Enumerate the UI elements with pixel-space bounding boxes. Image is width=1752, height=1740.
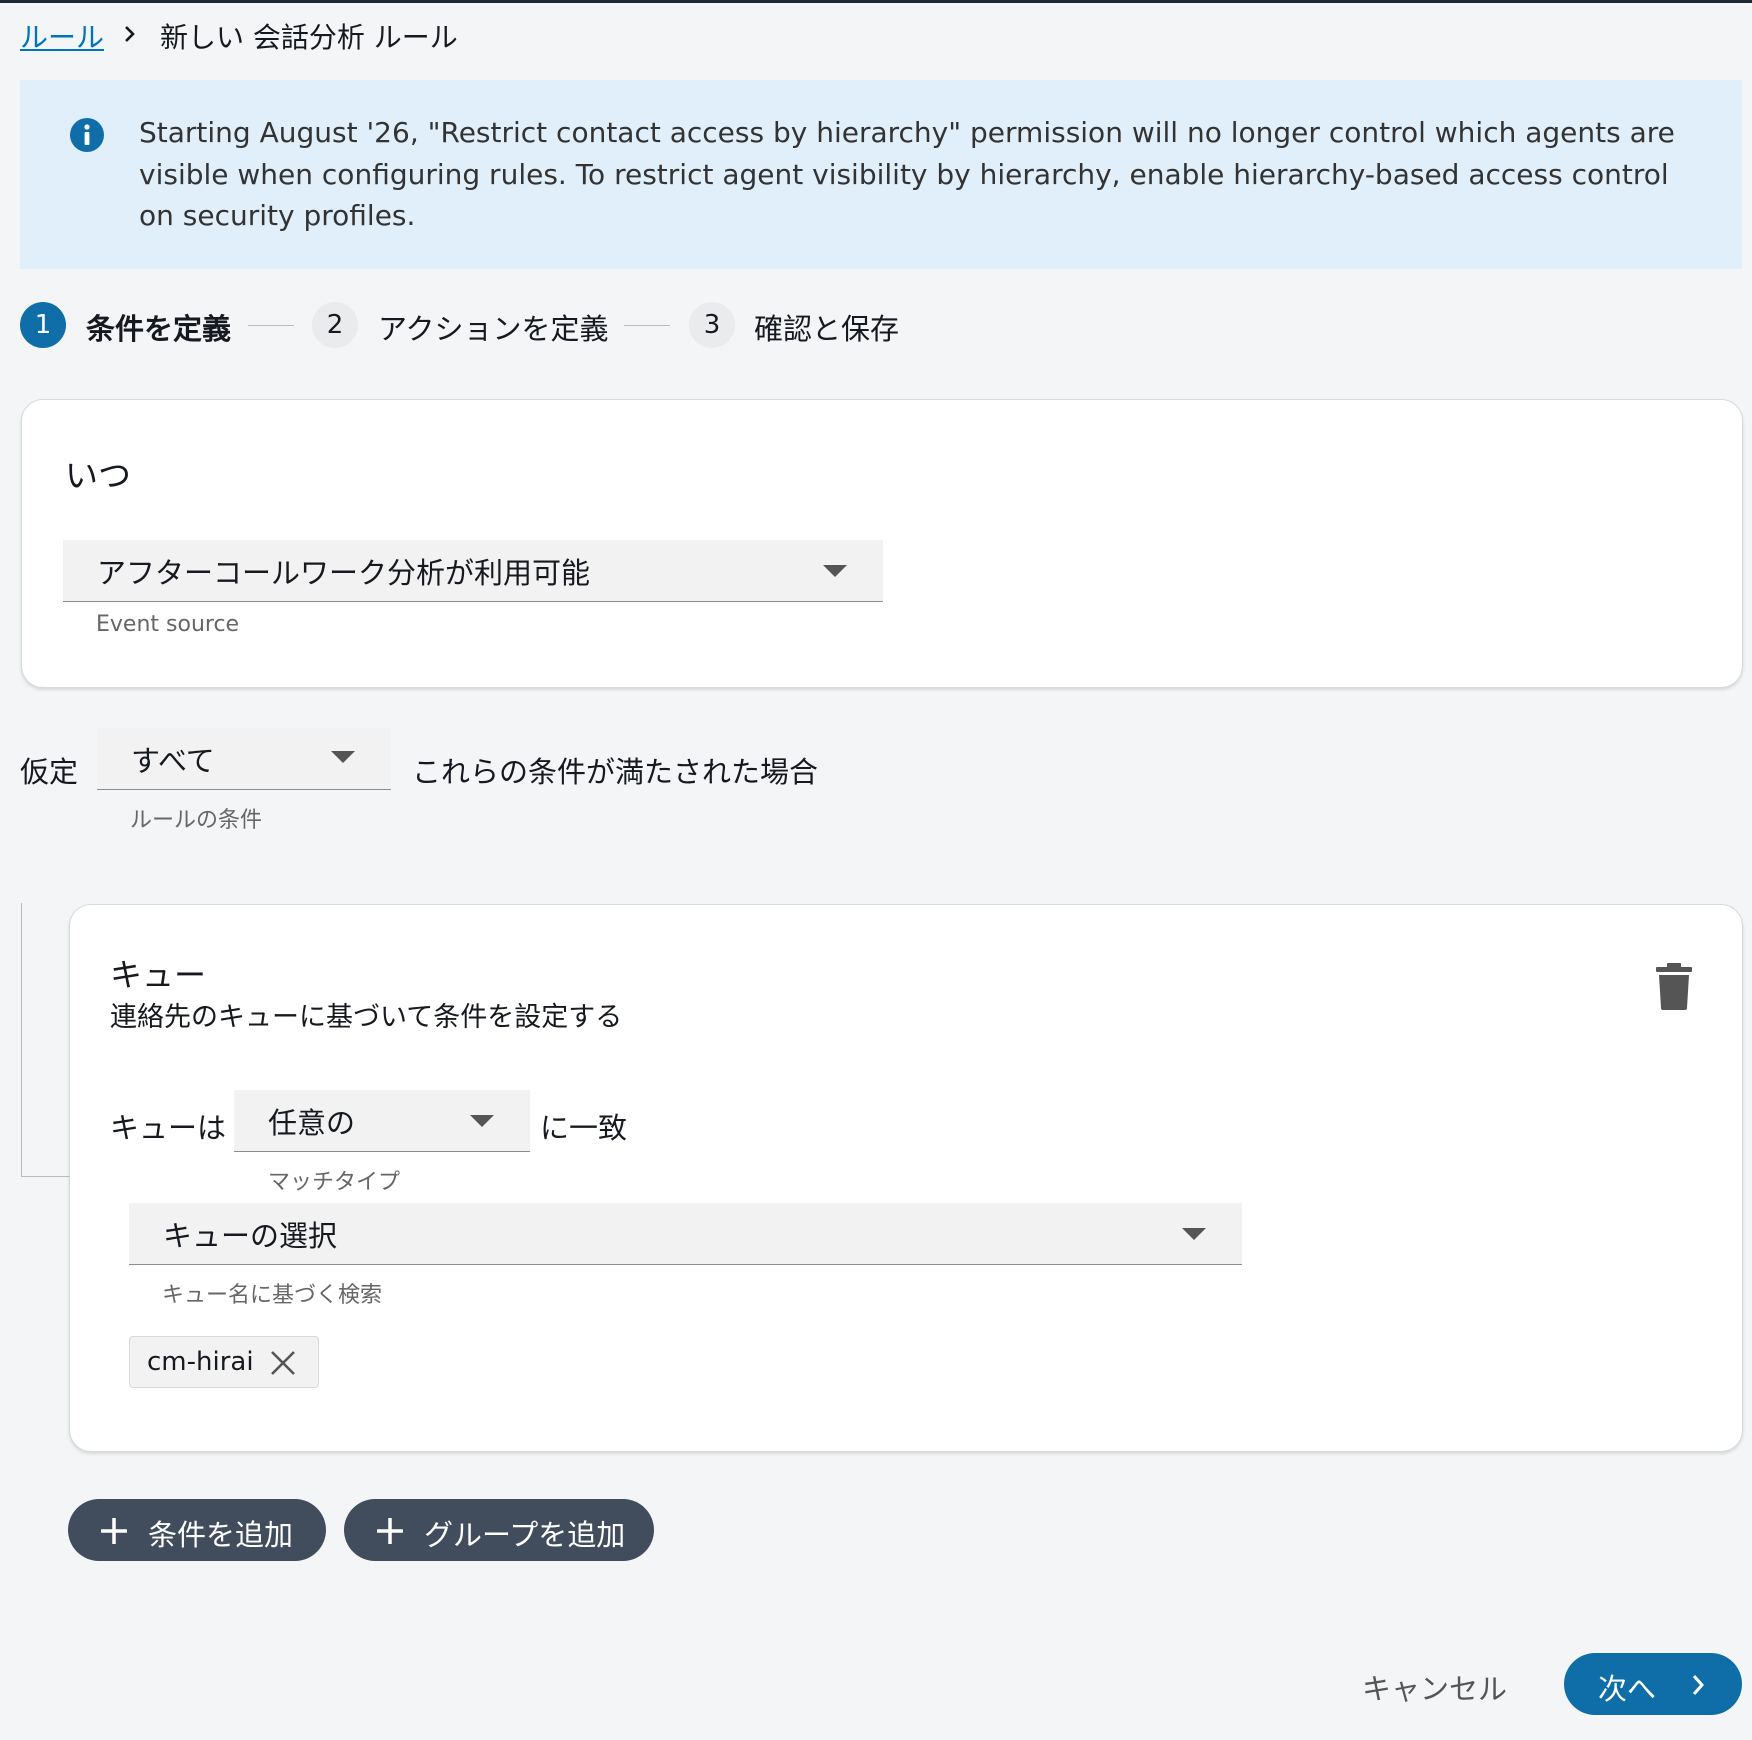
rule-condition-helper: ルールの条件	[130, 808, 263, 833]
step-3-label[interactable]: 確認と保存	[754, 306, 899, 348]
queue-chip-label: cm-hirai	[147, 1347, 254, 1377]
next-button[interactable]: 次へ	[1564, 1653, 1742, 1715]
page-title: 新しい 会話分析 ルール	[160, 21, 458, 54]
banner-message: Starting August '26, "Restrict contact a…	[139, 116, 1675, 232]
step-1-label[interactable]: 条件を定義	[86, 306, 231, 348]
trash-icon[interactable]	[1656, 962, 1692, 1014]
chevron-down-icon	[470, 1115, 494, 1127]
add-condition-button[interactable]: 条件を追加	[68, 1499, 326, 1561]
close-icon[interactable]	[270, 1350, 296, 1380]
info-icon	[69, 117, 105, 157]
chevron-right-icon	[120, 22, 140, 50]
queue-card-title: キュー	[110, 956, 207, 994]
match-type-select[interactable]: 任意の	[234, 1090, 530, 1152]
add-group-label: グループを追加	[424, 1518, 626, 1552]
step-1-indicator: 1	[20, 302, 66, 348]
event-source-select[interactable]: アフターコールワーク分析が利用可能	[63, 540, 883, 602]
event-source-value: アフターコールワーク分析が利用可能	[97, 555, 591, 590]
chevron-down-icon	[1182, 1228, 1206, 1240]
chevron-down-icon	[331, 751, 355, 763]
queue-select[interactable]: キューの選択	[129, 1203, 1242, 1265]
chevron-down-icon	[823, 565, 847, 577]
step-3-indicator: 3	[689, 302, 735, 348]
step-connector	[248, 325, 294, 326]
assumption-prefix: 仮定	[20, 755, 79, 789]
queue-chip: cm-hirai	[129, 1336, 319, 1388]
breadcrumb-rules-link[interactable]: ルール	[20, 16, 104, 56]
step-2-label[interactable]: アクションを定義	[378, 306, 609, 348]
match-type-value: 任意の	[268, 1105, 356, 1140]
queue-row-prefix: キューは	[110, 1111, 227, 1145]
plus-icon	[376, 1517, 404, 1549]
event-source-helper: Event source	[96, 612, 240, 637]
assumption-suffix: これらの条件が満たされた場合	[412, 755, 819, 789]
plus-icon	[100, 1517, 128, 1549]
queue-select-helper: キュー名に基づく検索	[162, 1283, 383, 1308]
rule-condition-value: すべて	[131, 743, 215, 778]
queue-select-placeholder: キューの選択	[163, 1218, 338, 1253]
cancel-button[interactable]: キャンセル	[1362, 1666, 1507, 1708]
step-connector	[624, 325, 670, 326]
when-card-title: いつ	[65, 456, 131, 495]
add-group-button[interactable]: グループを追加	[344, 1499, 654, 1561]
group-bracket	[21, 903, 70, 1177]
rule-condition-select[interactable]: すべて	[97, 728, 391, 790]
add-condition-label: 条件を追加	[148, 1518, 294, 1552]
match-type-helper: マッチタイプ	[268, 1170, 401, 1195]
queue-row-suffix: に一致	[540, 1111, 628, 1145]
chevron-right-icon	[1688, 1672, 1708, 1702]
queue-card-subtitle: 連絡先のキューに基づいて条件を設定する	[110, 1002, 623, 1033]
top-border	[0, 0, 1752, 3]
next-label: 次へ	[1598, 1672, 1657, 1706]
step-2-indicator: 2	[312, 302, 358, 348]
